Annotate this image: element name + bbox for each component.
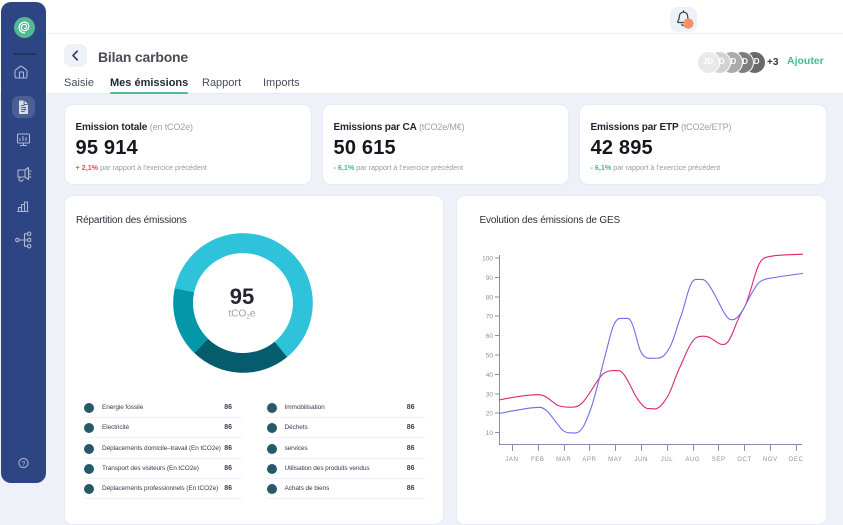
svg-text:JAN: JAN bbox=[505, 457, 518, 463]
svg-text:100: 100 bbox=[482, 256, 493, 263]
svg-text:40: 40 bbox=[486, 372, 494, 379]
svg-text:APR: APR bbox=[582, 457, 596, 463]
svg-text:50: 50 bbox=[486, 353, 494, 360]
svg-text:90: 90 bbox=[486, 275, 494, 282]
svg-text:DEC: DEC bbox=[789, 457, 804, 463]
svg-text:AUG: AUG bbox=[685, 457, 700, 463]
svg-text:NOV: NOV bbox=[763, 457, 778, 463]
svg-text:20: 20 bbox=[486, 411, 494, 418]
svg-text:80: 80 bbox=[486, 294, 494, 301]
svg-text:MAR: MAR bbox=[556, 457, 571, 463]
svg-text:OCT: OCT bbox=[737, 457, 751, 463]
svg-text:30: 30 bbox=[486, 391, 494, 398]
svg-text:?: ? bbox=[22, 461, 26, 468]
svg-text:SEP: SEP bbox=[712, 457, 726, 463]
svg-text:tCO2e: tCO2e bbox=[229, 309, 256, 321]
svg-text:95: 95 bbox=[230, 284, 254, 309]
svg-text:60: 60 bbox=[486, 333, 494, 340]
svg-text:70: 70 bbox=[486, 314, 494, 321]
svg-text:JUL: JUL bbox=[661, 457, 674, 463]
svg-text:MAY: MAY bbox=[608, 457, 622, 463]
svg-text:JUN: JUN bbox=[634, 457, 647, 463]
svg-text:FEB: FEB bbox=[531, 457, 544, 463]
svg-text:10: 10 bbox=[486, 430, 494, 437]
